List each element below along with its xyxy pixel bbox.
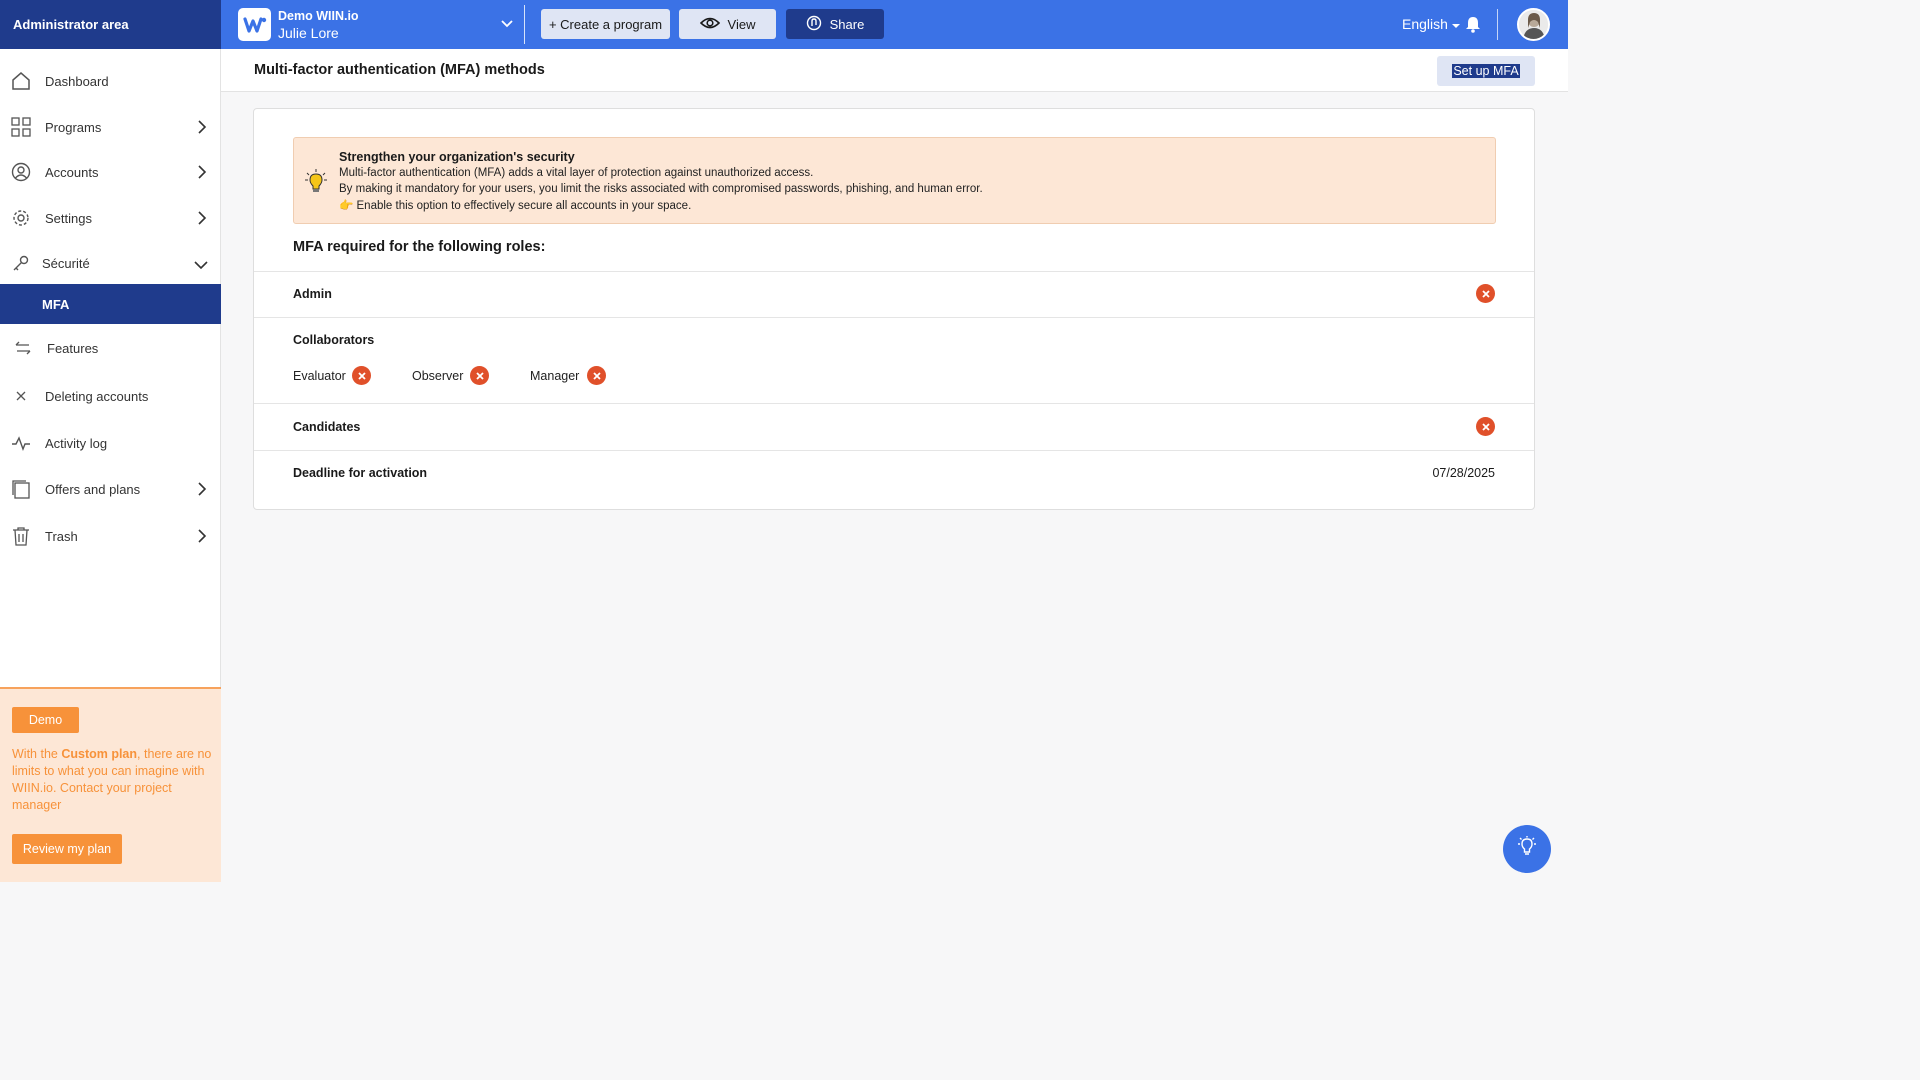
pulse-icon <box>11 433 31 453</box>
roles-heading: MFA required for the following roles: <box>293 239 546 255</box>
wiin-logo <box>238 8 271 41</box>
sidebar-item-label: Trash <box>45 528 78 544</box>
sidebar-item-label: Features <box>47 340 99 356</box>
sidebar-item-label: Settings <box>45 210 92 226</box>
remove-manager-icon[interactable] <box>587 366 606 385</box>
gear-icon <box>11 208 31 228</box>
view-button[interactable]: View <box>679 9 776 39</box>
organization-name: Demo WIIN.io <box>278 8 359 23</box>
close-icon <box>11 386 31 406</box>
role-collaborators-label: Collaborators <box>293 333 375 347</box>
setup-mfa-button[interactable]: Set up MFA <box>1437 56 1535 86</box>
page-title: Multi-factor authentication (MFA) method… <box>254 62 545 78</box>
grid-icon <box>11 117 31 137</box>
copy-icon <box>11 479 31 499</box>
alert-title: Strengthen your organization's security <box>339 150 575 164</box>
promo-text: With the Custom plan, there are no limit… <box>12 747 212 812</box>
sidebar-item-label: Activity log <box>45 435 108 451</box>
alert-text: Multi-factor authentication (MFA) adds a… <box>339 167 814 179</box>
divider <box>524 5 525 44</box>
alert-text: By making it mandatory for your users, y… <box>339 183 983 195</box>
review-plan-button[interactable]: Review my plan <box>12 834 122 864</box>
admin-area-label: Administrator area <box>0 0 221 49</box>
create-program-label: + Create a program <box>548 16 663 32</box>
organization-switcher[interactable]: Demo WIIN.io Julie Lore <box>238 0 524 49</box>
sidebar-item-mfa[interactable]: MFA <box>0 284 221 324</box>
sidebar-item-settings[interactable]: Settings <box>0 198 221 238</box>
caret-down-icon <box>1451 16 1460 32</box>
sidebar-item-label: Offers and plans <box>45 481 141 497</box>
help-button[interactable] <box>1503 825 1551 873</box>
eye-icon <box>699 16 720 33</box>
role-manager-label: Manager <box>530 369 580 383</box>
plan-promo: Demo With the Custom plan, there are no … <box>0 687 221 882</box>
remove-observer-icon[interactable] <box>470 366 489 385</box>
create-program-button[interactable]: + Create a program <box>541 9 670 39</box>
view-label: View <box>727 16 756 32</box>
sidebar-item-label: Sécurité <box>42 255 90 271</box>
sidebar: Dashboard Programs Accounts Settings Séc… <box>0 49 221 882</box>
divider <box>1497 9 1498 40</box>
lightbulb-icon <box>1517 835 1537 863</box>
sidebar-item-trash[interactable]: Trash <box>0 516 221 556</box>
sidebar-item-features[interactable]: Features <box>0 328 221 368</box>
chevron-right-icon <box>196 120 208 137</box>
chevron-right-icon <box>196 482 208 499</box>
top-bar: Administrator area Demo WIIN.io Julie Lo… <box>0 0 1568 49</box>
remove-admin-icon[interactable] <box>1476 284 1495 303</box>
sidebar-item-activity-log[interactable]: Activity log <box>0 423 221 463</box>
chevron-down-icon <box>500 16 514 35</box>
lightbulb-icon <box>305 169 327 200</box>
chevron-right-icon <box>196 529 208 546</box>
security-alert: Strengthen your organization's security … <box>293 137 1496 224</box>
divider <box>254 403 1534 404</box>
mfa-card: Strengthen your organization's security … <box>253 108 1535 510</box>
demo-badge: Demo <box>12 707 79 733</box>
chevron-right-icon <box>196 165 208 182</box>
arrows-icon <box>13 338 33 358</box>
sidebar-item-programs[interactable]: Programs <box>0 107 221 147</box>
remove-evaluator-icon[interactable] <box>352 366 371 385</box>
role-evaluator-label: Evaluator <box>293 369 346 383</box>
page-header: Multi-factor authentication (MFA) method… <box>221 49 1568 92</box>
deadline-label: Deadline for activation <box>293 466 428 480</box>
sidebar-item-label: MFA <box>42 296 70 312</box>
deadline-value: 07/28/2025 <box>1432 466 1495 480</box>
language-selector[interactable]: English <box>1402 16 1460 32</box>
chevron-down-icon <box>194 258 208 273</box>
sidebar-item-accounts[interactable]: Accounts <box>0 152 221 192</box>
language-label: English <box>1402 16 1448 32</box>
avatar[interactable] <box>1517 8 1550 41</box>
remove-candidates-icon[interactable] <box>1476 417 1495 436</box>
divider <box>254 450 1534 451</box>
share-icon <box>806 15 822 34</box>
role-candidates-label: Candidates <box>293 420 361 434</box>
alert-text: 👉 Enable this option to effectively secu… <box>339 200 692 212</box>
sidebar-item-deleting-accounts[interactable]: Deleting accounts <box>0 376 221 416</box>
user-circle-icon <box>11 162 31 182</box>
sidebar-item-label: Accounts <box>45 164 99 180</box>
share-label: Share <box>829 16 865 32</box>
key-icon <box>11 253 31 273</box>
role-observer-label: Observer <box>412 369 464 383</box>
sidebar-item-dashboard[interactable]: Dashboard <box>0 61 221 101</box>
sidebar-item-label: Dashboard <box>45 73 109 89</box>
sidebar-item-label: Programs <box>45 119 102 135</box>
divider <box>254 317 1534 318</box>
home-icon <box>11 71 31 91</box>
chevron-right-icon <box>196 211 208 228</box>
trash-icon <box>11 526 31 546</box>
sidebar-item-offers-and-plans[interactable]: Offers and plans <box>0 469 221 509</box>
share-button[interactable]: Share <box>786 9 884 39</box>
user-name: Julie Lore <box>278 24 339 41</box>
sidebar-item-label: Deleting accounts <box>45 388 149 404</box>
role-admin-label: Admin <box>293 287 332 301</box>
sidebar-item-security[interactable]: Sécurité <box>0 243 221 283</box>
bell-icon[interactable] <box>1465 16 1481 38</box>
divider <box>254 271 1534 272</box>
